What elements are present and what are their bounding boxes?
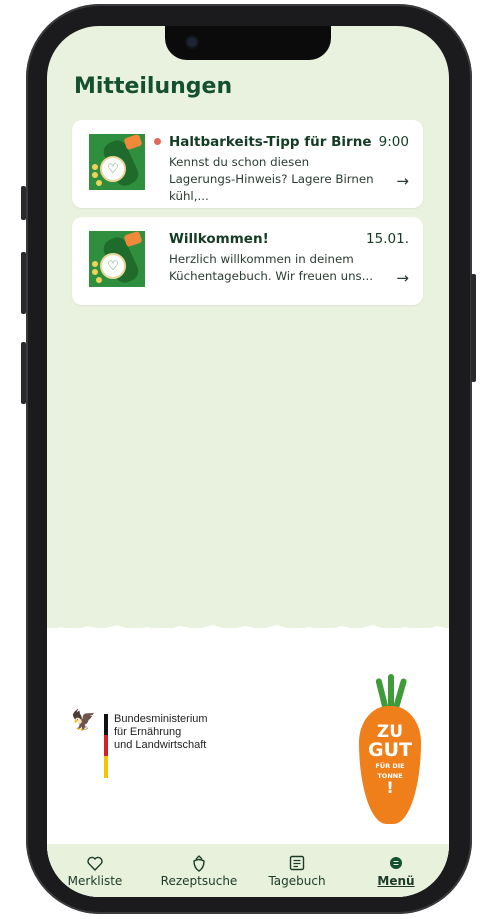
logo-text-exclamation: !: [386, 778, 394, 797]
notch: [165, 26, 331, 60]
notification-time: 15.01.: [366, 231, 409, 247]
menu-dot-icon: [356, 854, 436, 872]
arrow-right-icon[interactable]: →: [396, 172, 409, 190]
power-button: [471, 274, 476, 382]
tab-label: Menü: [377, 874, 415, 888]
german-flag-bar: [104, 714, 108, 778]
page-title: Mitteilungen: [74, 74, 233, 99]
notification-card[interactable]: ♡ Willkommen! 15.01. Herzlich willkommen…: [72, 217, 423, 305]
notification-title: Willkommen!: [169, 231, 269, 247]
mute-switch: [21, 186, 26, 220]
arrow-right-icon[interactable]: →: [396, 269, 409, 287]
tab-label: Rezeptsuche: [160, 874, 238, 888]
app-screen: Mitteilungen ♡ Haltbarkeits-Tipp für Bir…: [47, 26, 449, 897]
notification-preview: Herzlich willkommen in deinem Küchentage…: [169, 252, 373, 283]
journal-icon: [257, 854, 337, 872]
notification-time: 9:00: [378, 134, 409, 150]
logo-text-gut: GUT: [368, 739, 412, 761]
strawberry-icon: [159, 854, 239, 872]
notification-thumbnail: ♡: [89, 231, 145, 287]
tab-rezeptsuche[interactable]: Rezeptsuche: [159, 854, 239, 888]
ministry-logo: 🦅 Bundesministerium für Ernährung und La…: [71, 710, 221, 780]
camera-icon: [187, 37, 197, 47]
tab-menue[interactable]: Menü: [356, 854, 436, 888]
tab-label: Merkliste: [67, 874, 123, 888]
notification-card[interactable]: ♡ Haltbarkeits-Tipp für Birne 9:00 Kenns…: [72, 120, 423, 208]
volume-up-button: [21, 252, 26, 314]
unread-indicator: [154, 138, 161, 145]
ministry-name-line: und Landwirtschaft: [114, 739, 207, 751]
volume-down-button: [21, 342, 26, 404]
tab-tagebuch[interactable]: Tagebuch: [257, 854, 337, 888]
tab-label: Tagebuch: [268, 874, 326, 888]
notification-title: Haltbarkeits-Tipp für Birne: [169, 134, 372, 150]
heart-icon: ♡: [100, 156, 126, 182]
eagle-icon: 🦅: [71, 708, 96, 732]
ministry-name-line: Bundesministerium: [114, 713, 208, 725]
ministry-name-line: für Ernährung: [114, 726, 182, 738]
carrot-logo: ZU GUT FÜR DIE TONNE !: [353, 674, 433, 824]
logo-text-fuer-die: FÜR DIE: [375, 762, 405, 770]
tab-merkliste[interactable]: Merkliste: [55, 854, 135, 888]
heart-icon: [55, 854, 135, 872]
carrot-leaves-icon: [375, 674, 408, 711]
bottom-tab-bar: Merkliste Rezeptsuche Tagebuch Menü: [47, 844, 449, 897]
notification-preview: Kennst du schon diesen Lagerungs-Hinweis…: [169, 155, 374, 203]
heart-icon: ♡: [100, 253, 126, 279]
notification-thumbnail: ♡: [89, 134, 145, 190]
